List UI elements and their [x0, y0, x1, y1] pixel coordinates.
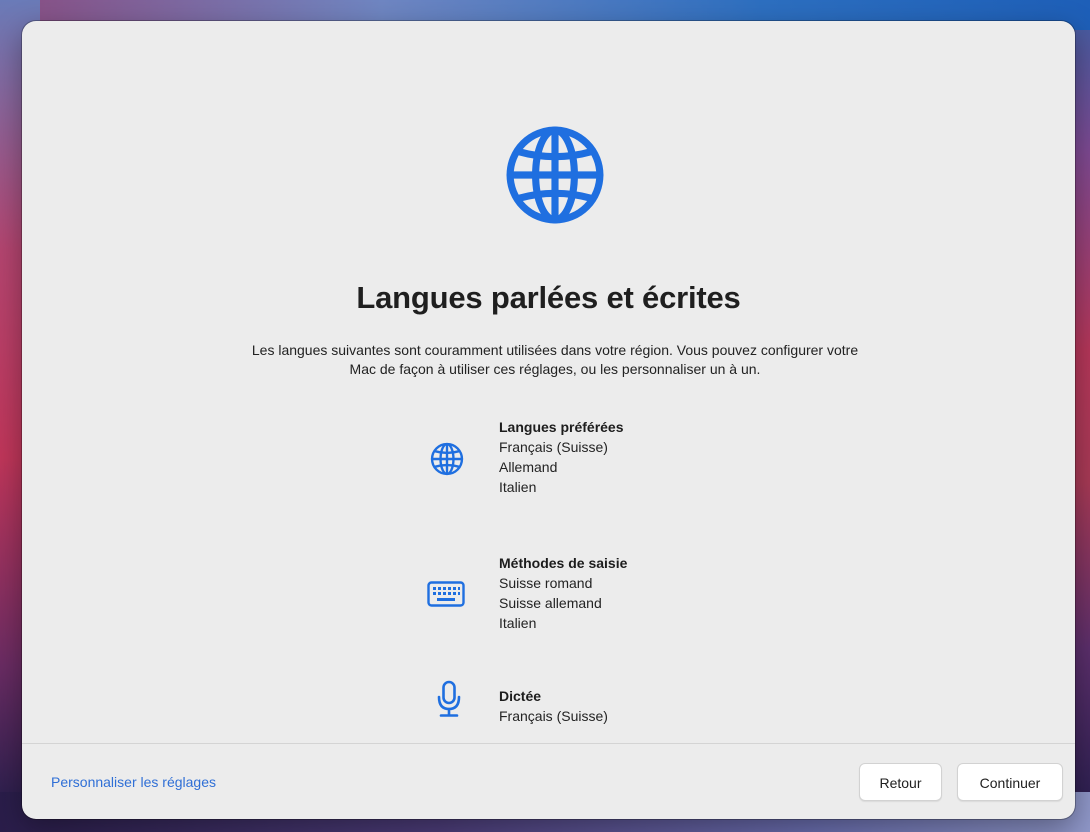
continue-button[interactable]: Continuer [957, 763, 1063, 801]
globe-icon [430, 442, 464, 476]
dictation-section: Dictée Français (Suisse) [499, 686, 759, 726]
back-button[interactable]: Retour [859, 763, 942, 801]
page-description: Les langues suivantes sont couramment ut… [251, 342, 859, 377]
globe-icon [506, 126, 604, 224]
input-methods-section: Méthodes de saisie Suisse romand Suisse … [499, 553, 759, 633]
list-item: Suisse romand [499, 575, 593, 591]
section-heading: Dictée [499, 688, 542, 704]
list-item: Français (Suisse) [499, 439, 608, 455]
section-heading: Méthodes de saisie [499, 555, 628, 571]
list-item: Italien [499, 615, 537, 631]
keyboard-icon [427, 581, 465, 607]
preferred-languages-section: Langues préférées Français (Suisse) Alle… [499, 417, 759, 497]
page-title: Langues parlées et écrites [356, 280, 741, 315]
microphone-icon [437, 680, 461, 717]
customize-settings-link[interactable]: Personnaliser les réglages [51, 774, 216, 790]
list-item: Italien [499, 479, 537, 495]
footer-divider [22, 743, 1075, 744]
setup-assistant-window: Langues parlées et écrites Les langues s… [22, 21, 1075, 819]
list-item: Allemand [499, 459, 558, 475]
list-item: Français (Suisse) [499, 708, 608, 724]
list-item: Suisse allemand [499, 595, 602, 611]
section-heading: Langues préférées [499, 419, 624, 435]
